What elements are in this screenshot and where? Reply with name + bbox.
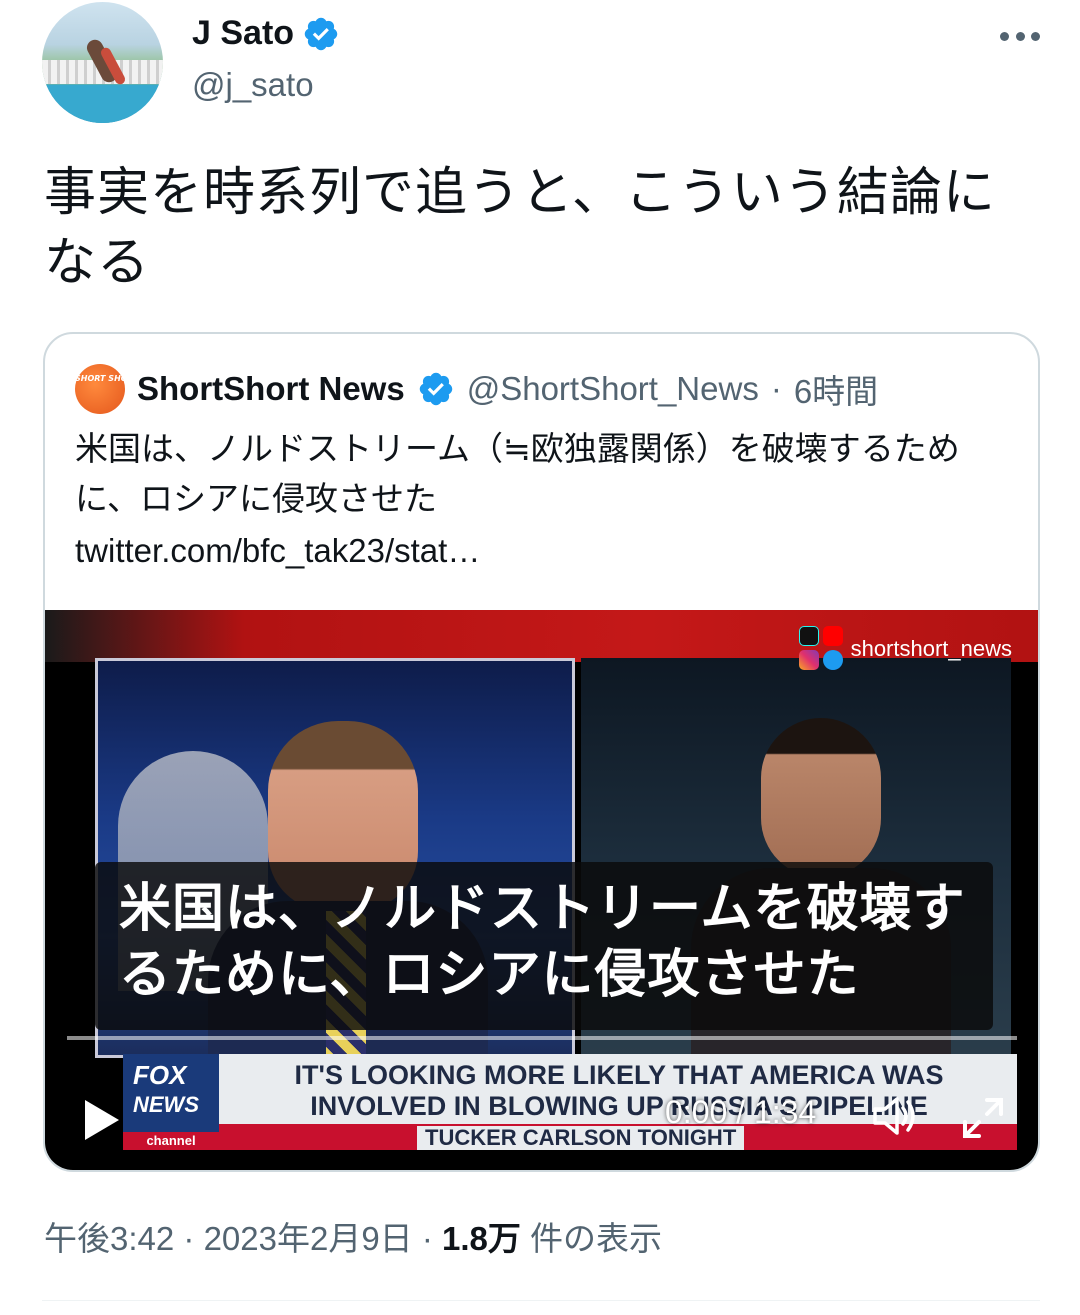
logo-line-2: NEWS (133, 1092, 199, 1117)
video-time-display: 0:00 / 1:34 (665, 1094, 817, 1130)
divider (42, 1300, 1040, 1301)
quoted-handle[interactable]: @ShortShort_News (467, 370, 759, 408)
tweet-time[interactable]: 午後3:42 (44, 1220, 174, 1257)
tweet-meta: 午後3:42 · 2023年2月9日 · 1.8万 件の表示 (44, 1212, 662, 1260)
video-watermark: shortshort_news (798, 626, 1012, 672)
meta-separator: · (174, 1220, 204, 1257)
volume-icon[interactable] (871, 1094, 919, 1138)
more-dot (1015, 31, 1025, 41)
play-icon[interactable] (81, 1098, 121, 1142)
video-progress-bar[interactable] (67, 1036, 1017, 1040)
logo-line-1: FOX (133, 1060, 187, 1090)
views-label: 件の表示 (520, 1220, 663, 1257)
watermark-text: shortshort_news (850, 636, 1012, 661)
youtube-icon (822, 626, 843, 646)
logo-line-3: channel (123, 1132, 219, 1150)
quoted-author-avatar[interactable]: SHORT SHORT NEWS (75, 364, 168, 414)
quoted-tweet-card[interactable]: SHORT SHORT NEWS ShortShort News @ShortS… (43, 332, 1040, 1172)
meta-separator: · (412, 1220, 443, 1257)
quoted-tweet-text: 米国は、ノルドストリーム（≒欧独露関係）を破壊するために、ロシアに侵攻させた (75, 429, 960, 518)
fullscreen-icon[interactable] (959, 1094, 1007, 1142)
quoted-display-name[interactable]: ShortShort News (137, 370, 405, 408)
quoted-separator: · (770, 370, 782, 407)
video-caption: 米国は、ノルドストリームを破壊するために、ロシアに侵攻させた (95, 862, 993, 1030)
video-guest-head (761, 718, 881, 878)
more-dot (1000, 31, 1009, 41)
quoted-time-ago[interactable]: 6時間 (794, 365, 878, 413)
avatar-pool (42, 85, 163, 123)
more-dots-icon[interactable] (1000, 30, 1040, 42)
verified-badge-icon (419, 372, 452, 406)
twitter-bird-icon (822, 650, 843, 670)
verified-badge-icon (304, 17, 338, 50)
tweet-header: J Sato @j_sato (42, 0, 1042, 130)
more-dot (1031, 31, 1040, 41)
fox-news-logo: FOX NEWS channel (123, 1054, 219, 1150)
author-display-name[interactable]: J Sato (192, 14, 294, 53)
instagram-icon (798, 650, 819, 670)
video-player[interactable]: shortshort_news 米国は、ノルドストリームを破壊するために、ロシア… (45, 610, 1038, 1170)
author-handle[interactable]: @j_sato (192, 66, 314, 104)
author-name-row: J Sato (192, 14, 340, 53)
tiktok-icon (798, 626, 819, 646)
views-count[interactable]: 1.8万 (442, 1220, 521, 1257)
author-avatar[interactable] (42, 2, 163, 123)
tweet-text: 事実を時系列で追うと、こういう結論になる (44, 163, 996, 293)
quoted-tweet-header: SHORT SHORT NEWS ShortShort News @ShortS… (75, 364, 878, 414)
tweet-date[interactable]: 2023年2月9日 (204, 1220, 413, 1257)
social-icons (798, 626, 845, 672)
quoted-tweet-link[interactable]: twitter.com/bfc_tak23/stat… (75, 526, 480, 576)
